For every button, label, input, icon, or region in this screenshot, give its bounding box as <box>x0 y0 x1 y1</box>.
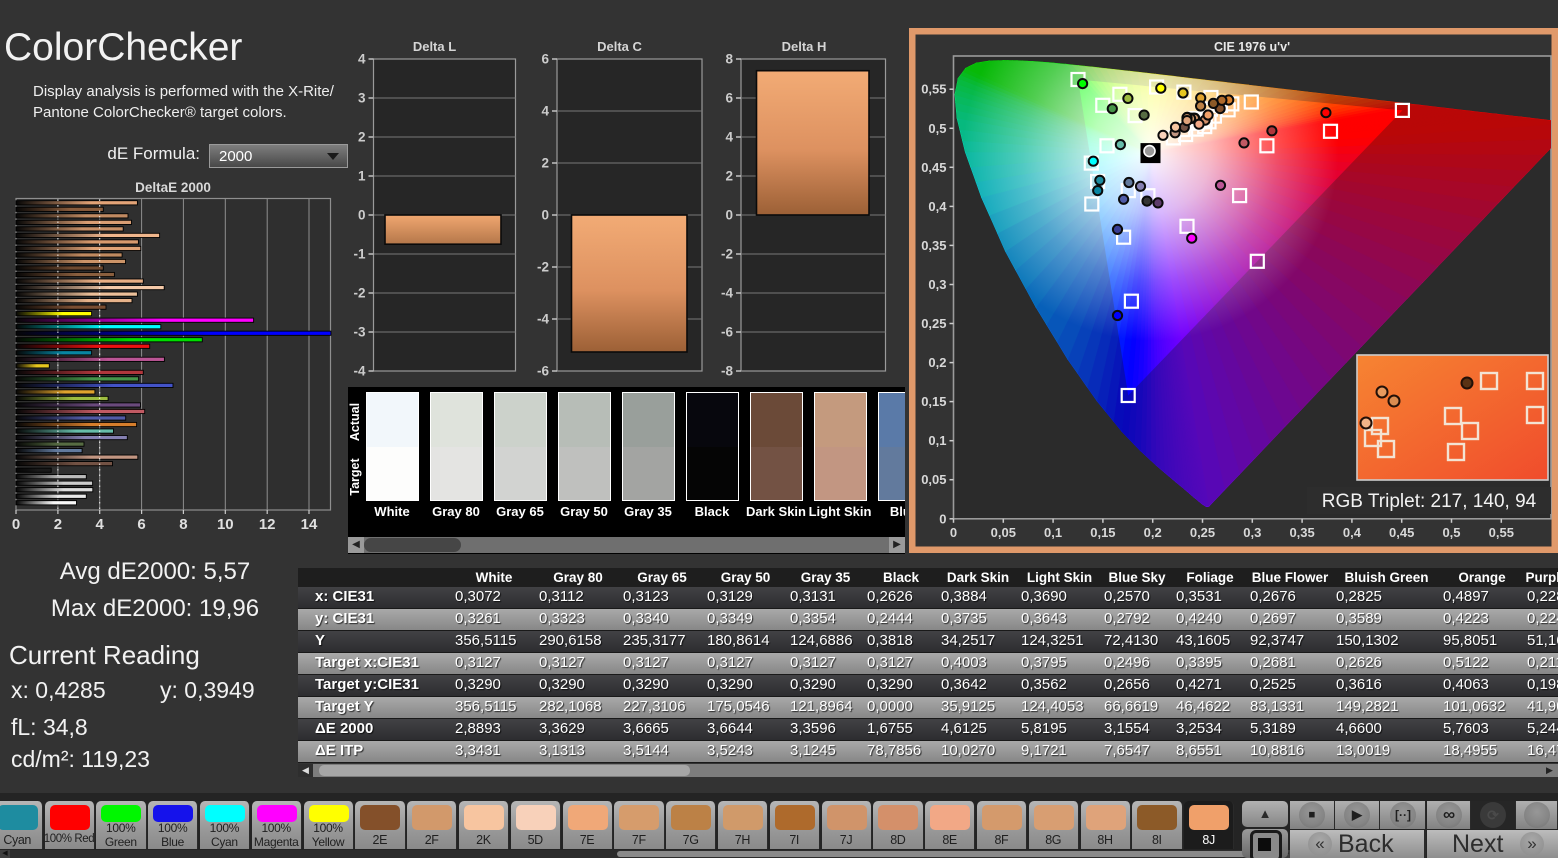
svg-text:-8: -8 <box>721 364 733 379</box>
svg-text:-4: -4 <box>721 286 733 301</box>
svg-text:10: 10 <box>217 516 234 533</box>
svg-text:Delta C: Delta C <box>597 39 642 54</box>
svg-text:6: 6 <box>541 52 549 67</box>
svg-text:0,45: 0,45 <box>1389 525 1414 540</box>
svg-text:-2: -2 <box>721 247 733 262</box>
svg-text:0,55: 0,55 <box>921 82 946 97</box>
svg-text:0: 0 <box>541 208 549 223</box>
svg-text:8: 8 <box>179 516 187 533</box>
svg-text:2: 2 <box>358 130 366 145</box>
svg-text:2: 2 <box>54 516 62 533</box>
svg-text:0,55: 0,55 <box>1489 525 1514 540</box>
svg-text:2: 2 <box>725 169 733 184</box>
svg-text:0,15: 0,15 <box>1090 525 1115 540</box>
svg-text:0,45: 0,45 <box>921 160 946 175</box>
svg-text:14: 14 <box>301 516 318 533</box>
svg-text:-6: -6 <box>721 325 733 340</box>
svg-text:Delta L: Delta L <box>413 39 456 54</box>
svg-text:1: 1 <box>358 169 366 184</box>
svg-text:0,3: 0,3 <box>928 277 946 292</box>
svg-text:0,2: 0,2 <box>1144 525 1162 540</box>
svg-text:DeltaE 2000: DeltaE 2000 <box>135 180 211 195</box>
svg-text:4: 4 <box>541 104 549 119</box>
svg-text:0,05: 0,05 <box>921 472 946 487</box>
svg-text:0,4: 0,4 <box>1343 525 1362 540</box>
svg-text:3: 3 <box>358 91 366 106</box>
svg-text:0,2: 0,2 <box>928 355 946 370</box>
svg-text:6: 6 <box>137 516 145 533</box>
svg-text:CIE 1976 u'v': CIE 1976 u'v' <box>1214 40 1290 54</box>
svg-text:0,1: 0,1 <box>1044 525 1062 540</box>
svg-text:4: 4 <box>358 52 366 67</box>
svg-text:2: 2 <box>541 156 549 171</box>
svg-text:0,05: 0,05 <box>991 525 1016 540</box>
svg-text:Delta H: Delta H <box>782 39 827 54</box>
svg-text:0: 0 <box>950 525 957 540</box>
svg-text:-4: -4 <box>353 364 365 379</box>
svg-text:0,35: 0,35 <box>921 238 946 253</box>
svg-text:-3: -3 <box>353 325 365 340</box>
svg-text:6: 6 <box>725 91 733 106</box>
svg-text:8: 8 <box>725 52 733 67</box>
svg-text:0,5: 0,5 <box>1442 525 1460 540</box>
svg-text:-6: -6 <box>537 364 549 379</box>
svg-text:0: 0 <box>12 516 20 533</box>
svg-text:-2: -2 <box>537 260 549 275</box>
svg-text:0,4: 0,4 <box>928 199 947 214</box>
svg-text:0,1: 0,1 <box>928 433 946 448</box>
svg-text:0: 0 <box>939 511 946 526</box>
svg-text:0,25: 0,25 <box>1190 525 1215 540</box>
svg-text:-2: -2 <box>353 286 365 301</box>
svg-text:-4: -4 <box>537 312 549 327</box>
svg-text:4: 4 <box>725 130 733 145</box>
svg-text:0,25: 0,25 <box>921 316 946 331</box>
svg-text:0,35: 0,35 <box>1289 525 1314 540</box>
svg-text:0,5: 0,5 <box>928 121 946 136</box>
svg-text:0,15: 0,15 <box>921 394 946 409</box>
svg-text:12: 12 <box>259 516 276 533</box>
svg-text:0,3: 0,3 <box>1243 525 1261 540</box>
svg-text:0: 0 <box>358 208 366 223</box>
svg-text:-1: -1 <box>353 247 365 262</box>
svg-text:0: 0 <box>725 208 733 223</box>
svg-text:RGB Triplet: 217, 140, 94: RGB Triplet: 217, 140, 94 <box>1322 491 1537 512</box>
svg-text:4: 4 <box>96 516 105 533</box>
